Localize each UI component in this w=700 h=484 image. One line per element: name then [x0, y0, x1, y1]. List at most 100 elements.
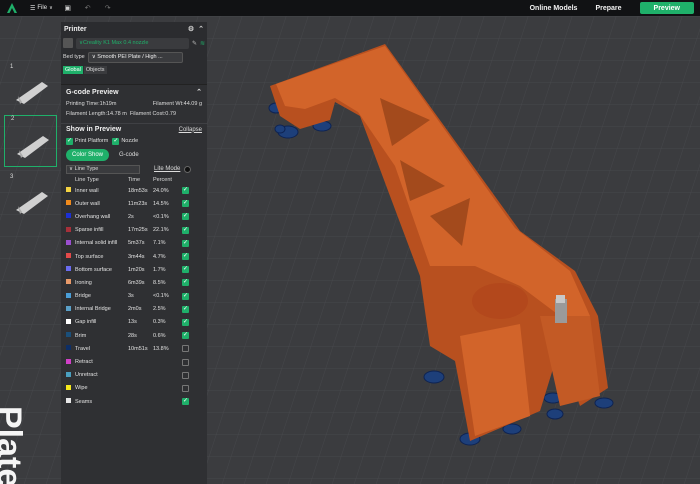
line-type-time: 13s	[128, 319, 137, 326]
line-type-row: Outer wall 11m23s 14.5% ✓	[61, 197, 207, 210]
printer-select[interactable]: ∨ Creality K1 Max 0.4 nozzle	[76, 37, 189, 49]
line-type-table: Inner wall 18m53s 24.0% ✓ Outer wall 11m23s 14…	[61, 184, 207, 408]
line-type-name: Travel	[75, 345, 91, 352]
lite-mode-label[interactable]: Lite Mode	[154, 166, 180, 172]
line-type-visibility-checkbox[interactable]: ✓	[182, 279, 189, 287]
color-show-button[interactable]: Color Show	[66, 149, 110, 161]
line-type-visibility-checkbox[interactable]: ✓	[182, 253, 189, 261]
line-type-visibility-checkbox[interactable]: ✓	[182, 318, 189, 326]
lite-mode-toggle[interactable]	[184, 165, 192, 173]
line-type-name: Ironing	[75, 279, 92, 286]
plate-thumb-1[interactable]: 1	[4, 64, 57, 116]
nozzle-checkbox[interactable]: ✓	[112, 137, 120, 145]
gear-icon[interactable]: ⚙	[188, 25, 194, 33]
printer-name: Creality K1 Max 0.4 nozzle	[83, 40, 149, 46]
plate-number: 3	[10, 174, 14, 180]
line-type-time: 17m25s	[128, 227, 148, 234]
line-type-select[interactable]: ∨ Line Type	[66, 164, 140, 174]
redo-icon[interactable]: ↷	[103, 3, 113, 13]
color-swatch	[66, 371, 71, 377]
tab-objects[interactable]: Objects	[83, 65, 107, 74]
plate-watermark: Plate	[0, 406, 28, 484]
view-mode-switch: Color Show G-code	[61, 147, 207, 163]
color-swatch	[66, 358, 71, 364]
plate-number: 1	[10, 64, 14, 70]
line-type-visibility-checkbox[interactable]: ✓	[182, 239, 189, 247]
line-type-visibility-checkbox[interactable]: ✓	[182, 292, 189, 300]
line-type-name: Outer wall	[75, 200, 100, 207]
line-type-name: Top surface	[75, 253, 104, 260]
color-swatch	[66, 187, 71, 193]
line-type-row: Seams ✓	[61, 395, 207, 408]
line-type-visibility-checkbox[interactable]: ✓	[182, 187, 189, 195]
wifi-icon[interactable]: ≋	[200, 40, 205, 47]
gcode-preview-panel: G-code Preview ⌃ Printing Time:1h19m Fil…	[61, 84, 207, 484]
print-platform-checkbox[interactable]: ✓	[66, 137, 73, 145]
printer-header: Printer ⚙ ⌃	[61, 22, 207, 36]
line-type-visibility-checkbox[interactable]: ✓	[182, 305, 189, 313]
line-type-name: Unretract	[75, 372, 98, 379]
line-type-row: Wipe	[61, 382, 207, 395]
bed-type-label: Bed type	[63, 54, 85, 60]
line-type-visibility-checkbox[interactable]: ✓	[182, 226, 189, 234]
nozzle-label: Nozzle	[121, 138, 139, 144]
edit-icon[interactable]: ✎	[192, 40, 197, 47]
show-in-preview-title: Show in Preview	[66, 126, 122, 133]
line-type-row: Ironing 6m39s 8.5% ✓	[61, 276, 207, 289]
top-bar: ☰ File ∨ ▣ ↶ ↷ Online Models Prepare Pre…	[0, 0, 700, 16]
line-type-percent: 4.7%	[153, 253, 166, 260]
line-type-visibility-checkbox[interactable]	[182, 345, 189, 353]
plate-preview-icon	[17, 136, 49, 158]
collapse-icon[interactable]: ⌃	[198, 25, 204, 33]
collapse-icon[interactable]: ⌃	[196, 88, 202, 96]
line-type-visibility-checkbox[interactable]	[182, 358, 189, 366]
plate-thumb-3[interactable]: 3	[4, 174, 57, 226]
online-models-tab[interactable]: Online Models	[530, 5, 578, 12]
color-swatch	[66, 200, 71, 206]
line-type-time: 3m44s	[128, 253, 145, 260]
line-type-visibility-checkbox[interactable]: ✓	[182, 266, 189, 274]
tab-global[interactable]: Global	[63, 65, 83, 74]
line-type-visibility-checkbox[interactable]	[182, 384, 189, 392]
chevron-down-icon: ∨	[49, 5, 53, 11]
collapse-link[interactable]: Collapse	[179, 127, 202, 133]
line-type-row: Internal Bridge 2m0s 2.5% ✓	[61, 303, 207, 316]
line-type-percent: 0.3%	[153, 319, 166, 326]
color-swatch	[66, 226, 71, 232]
undo-icon[interactable]: ↶	[83, 3, 93, 13]
plate-preview-icon	[16, 82, 48, 104]
line-type-visibility-checkbox[interactable]: ✓	[182, 200, 189, 208]
bed-type-select[interactable]: ∨ Smooth PEI Plate / High ...	[87, 51, 183, 63]
line-type-name: Retract	[75, 359, 93, 366]
color-swatch	[66, 384, 71, 390]
file-menu-label: File	[37, 5, 48, 11]
line-type-name: Bridge	[75, 293, 91, 300]
line-type-visibility-checkbox[interactable]: ✓	[182, 332, 189, 340]
color-swatch	[66, 345, 71, 351]
file-menu-button[interactable]: ☰ File ∨	[30, 5, 53, 12]
printer-title: Printer	[64, 25, 87, 33]
line-type-name: Sparse infill	[75, 227, 104, 234]
color-swatch	[66, 213, 71, 219]
gcode-button[interactable]: G-code	[113, 149, 145, 161]
line-type-row: ∨ Line Type Lite Mode	[61, 163, 207, 175]
save-icon[interactable]: ▣	[63, 3, 73, 13]
line-type-select-value: Line Type	[74, 166, 99, 172]
line-type-table-header: Line Type Time Percent	[61, 175, 207, 184]
prepare-tab[interactable]: Prepare	[595, 5, 621, 12]
line-type-visibility-checkbox[interactable]	[182, 371, 189, 379]
line-type-name: Wipe	[75, 385, 88, 392]
printing-time: Printing Time:1h19m	[66, 101, 117, 107]
preview-tab[interactable]: Preview	[639, 2, 694, 14]
line-type-visibility-checkbox[interactable]: ✓	[182, 398, 189, 406]
line-type-time: 11m23s	[128, 200, 148, 207]
line-type-percent: 24.0%	[153, 187, 169, 194]
plate-thumb-2[interactable]: 2	[4, 115, 57, 167]
line-type-visibility-checkbox[interactable]: ✓	[182, 213, 189, 221]
line-type-row: Top surface 3m44s 4.7% ✓	[61, 250, 207, 263]
line-type-time: 6m39s	[128, 279, 145, 286]
hamburger-icon: ☰	[30, 5, 36, 12]
color-swatch	[66, 398, 71, 404]
display-toggles: ✓ Print Platform ✓ Nozzle	[61, 135, 207, 147]
line-type-percent: 1.7%	[153, 266, 166, 273]
